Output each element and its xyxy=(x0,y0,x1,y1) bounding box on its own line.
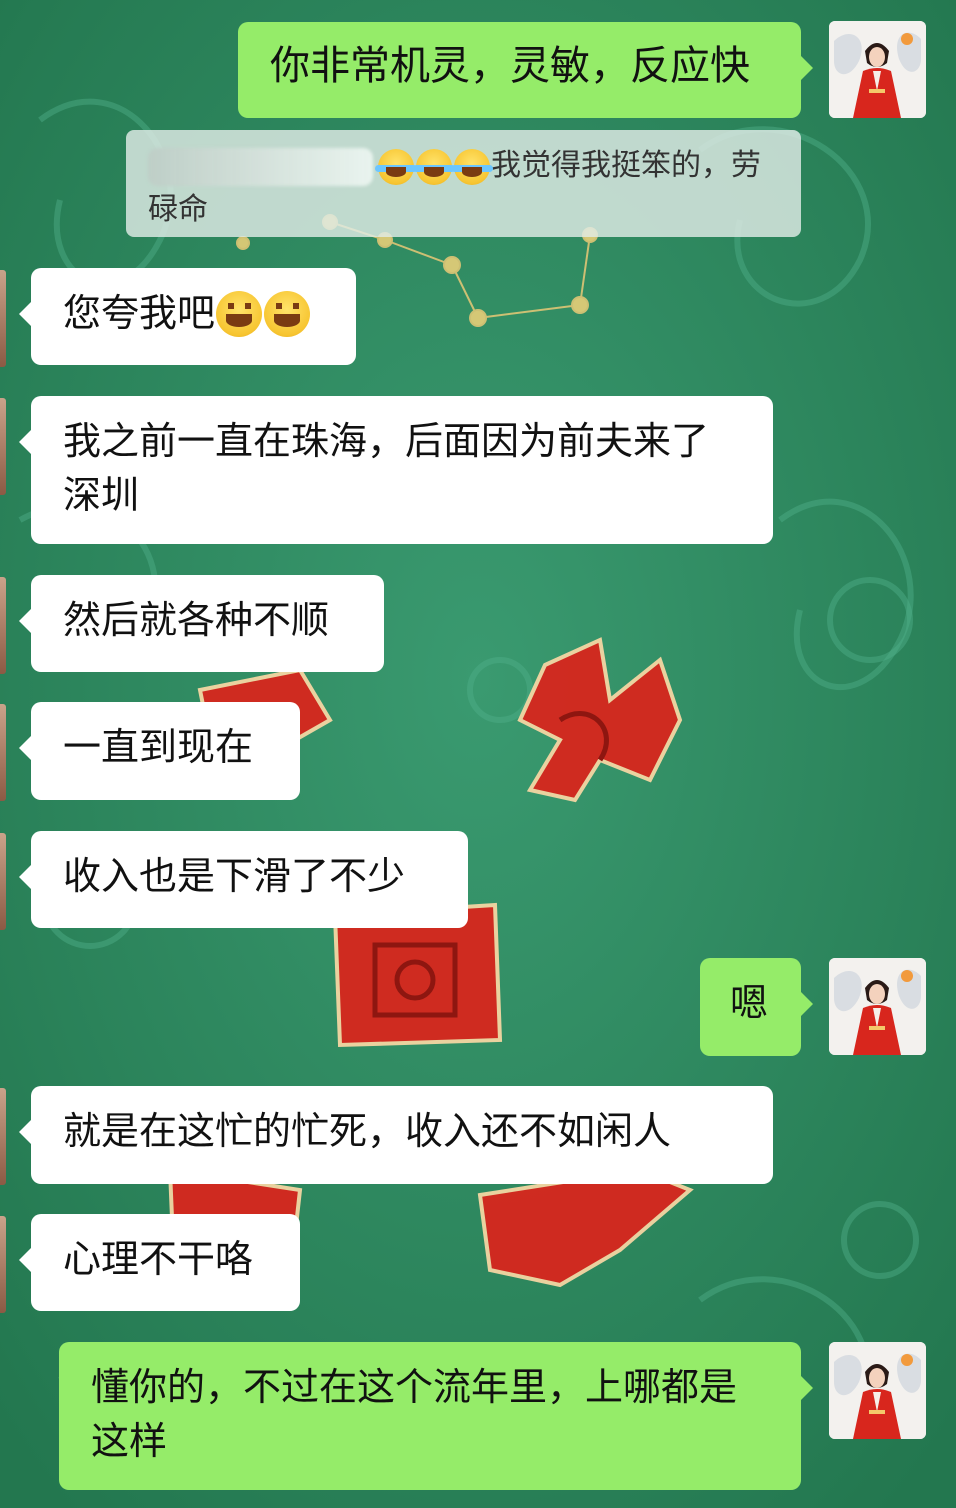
message-bubble-incoming[interactable]: 一直到现在 xyxy=(19,702,300,800)
message-text: 您夸我吧 xyxy=(63,291,216,335)
sender-avatar[interactable] xyxy=(0,704,6,801)
sender-avatar[interactable] xyxy=(0,398,6,495)
message-bubble-incoming[interactable]: 收入也是下滑了不少 xyxy=(19,831,468,928)
tears-of-joy-emoji xyxy=(451,148,493,185)
avatar-woman-icon xyxy=(829,1342,926,1439)
avatar-woman-icon xyxy=(829,21,926,118)
sender-avatar[interactable] xyxy=(0,833,6,930)
message-bubble-incoming[interactable]: 然后就各种不顺 xyxy=(19,575,384,672)
message-bubble-incoming[interactable]: 心理不干咯 xyxy=(19,1214,300,1311)
avatar-woman-icon xyxy=(829,958,926,1055)
grin-emoji xyxy=(264,290,311,337)
tears-of-joy-emoji xyxy=(375,148,417,185)
message-bubble-incoming[interactable]: 就是在这忙的忙死，收入还不如闲人 xyxy=(19,1086,773,1184)
self-avatar[interactable] xyxy=(829,1342,926,1439)
blurred-sender-name xyxy=(148,147,373,186)
quoted-message[interactable]: 我觉得我挺笨的，劳碌命 xyxy=(126,130,801,237)
message-bubble-outgoing[interactable]: 你非常机灵，灵敏，反应快 xyxy=(238,22,813,118)
message-bubble-incoming[interactable]: 您夸我吧 xyxy=(19,268,356,365)
sender-avatar[interactable] xyxy=(0,1216,6,1313)
sender-avatar[interactable] xyxy=(0,270,6,367)
self-avatar[interactable] xyxy=(829,21,926,118)
sender-avatar[interactable] xyxy=(0,577,6,674)
message-bubble-incoming[interactable]: 我之前一直在珠海，后面因为前夫来了深圳 xyxy=(19,396,773,544)
grin-emoji xyxy=(216,290,263,337)
message-bubble-outgoing[interactable]: 懂你的，不过在这个流年里，上哪都是这样 xyxy=(59,1342,813,1490)
message-bubble-outgoing[interactable]: 嗯 xyxy=(700,958,813,1056)
tears-of-joy-emoji xyxy=(413,148,455,185)
sender-avatar[interactable] xyxy=(0,1088,6,1185)
self-avatar[interactable] xyxy=(829,958,926,1055)
